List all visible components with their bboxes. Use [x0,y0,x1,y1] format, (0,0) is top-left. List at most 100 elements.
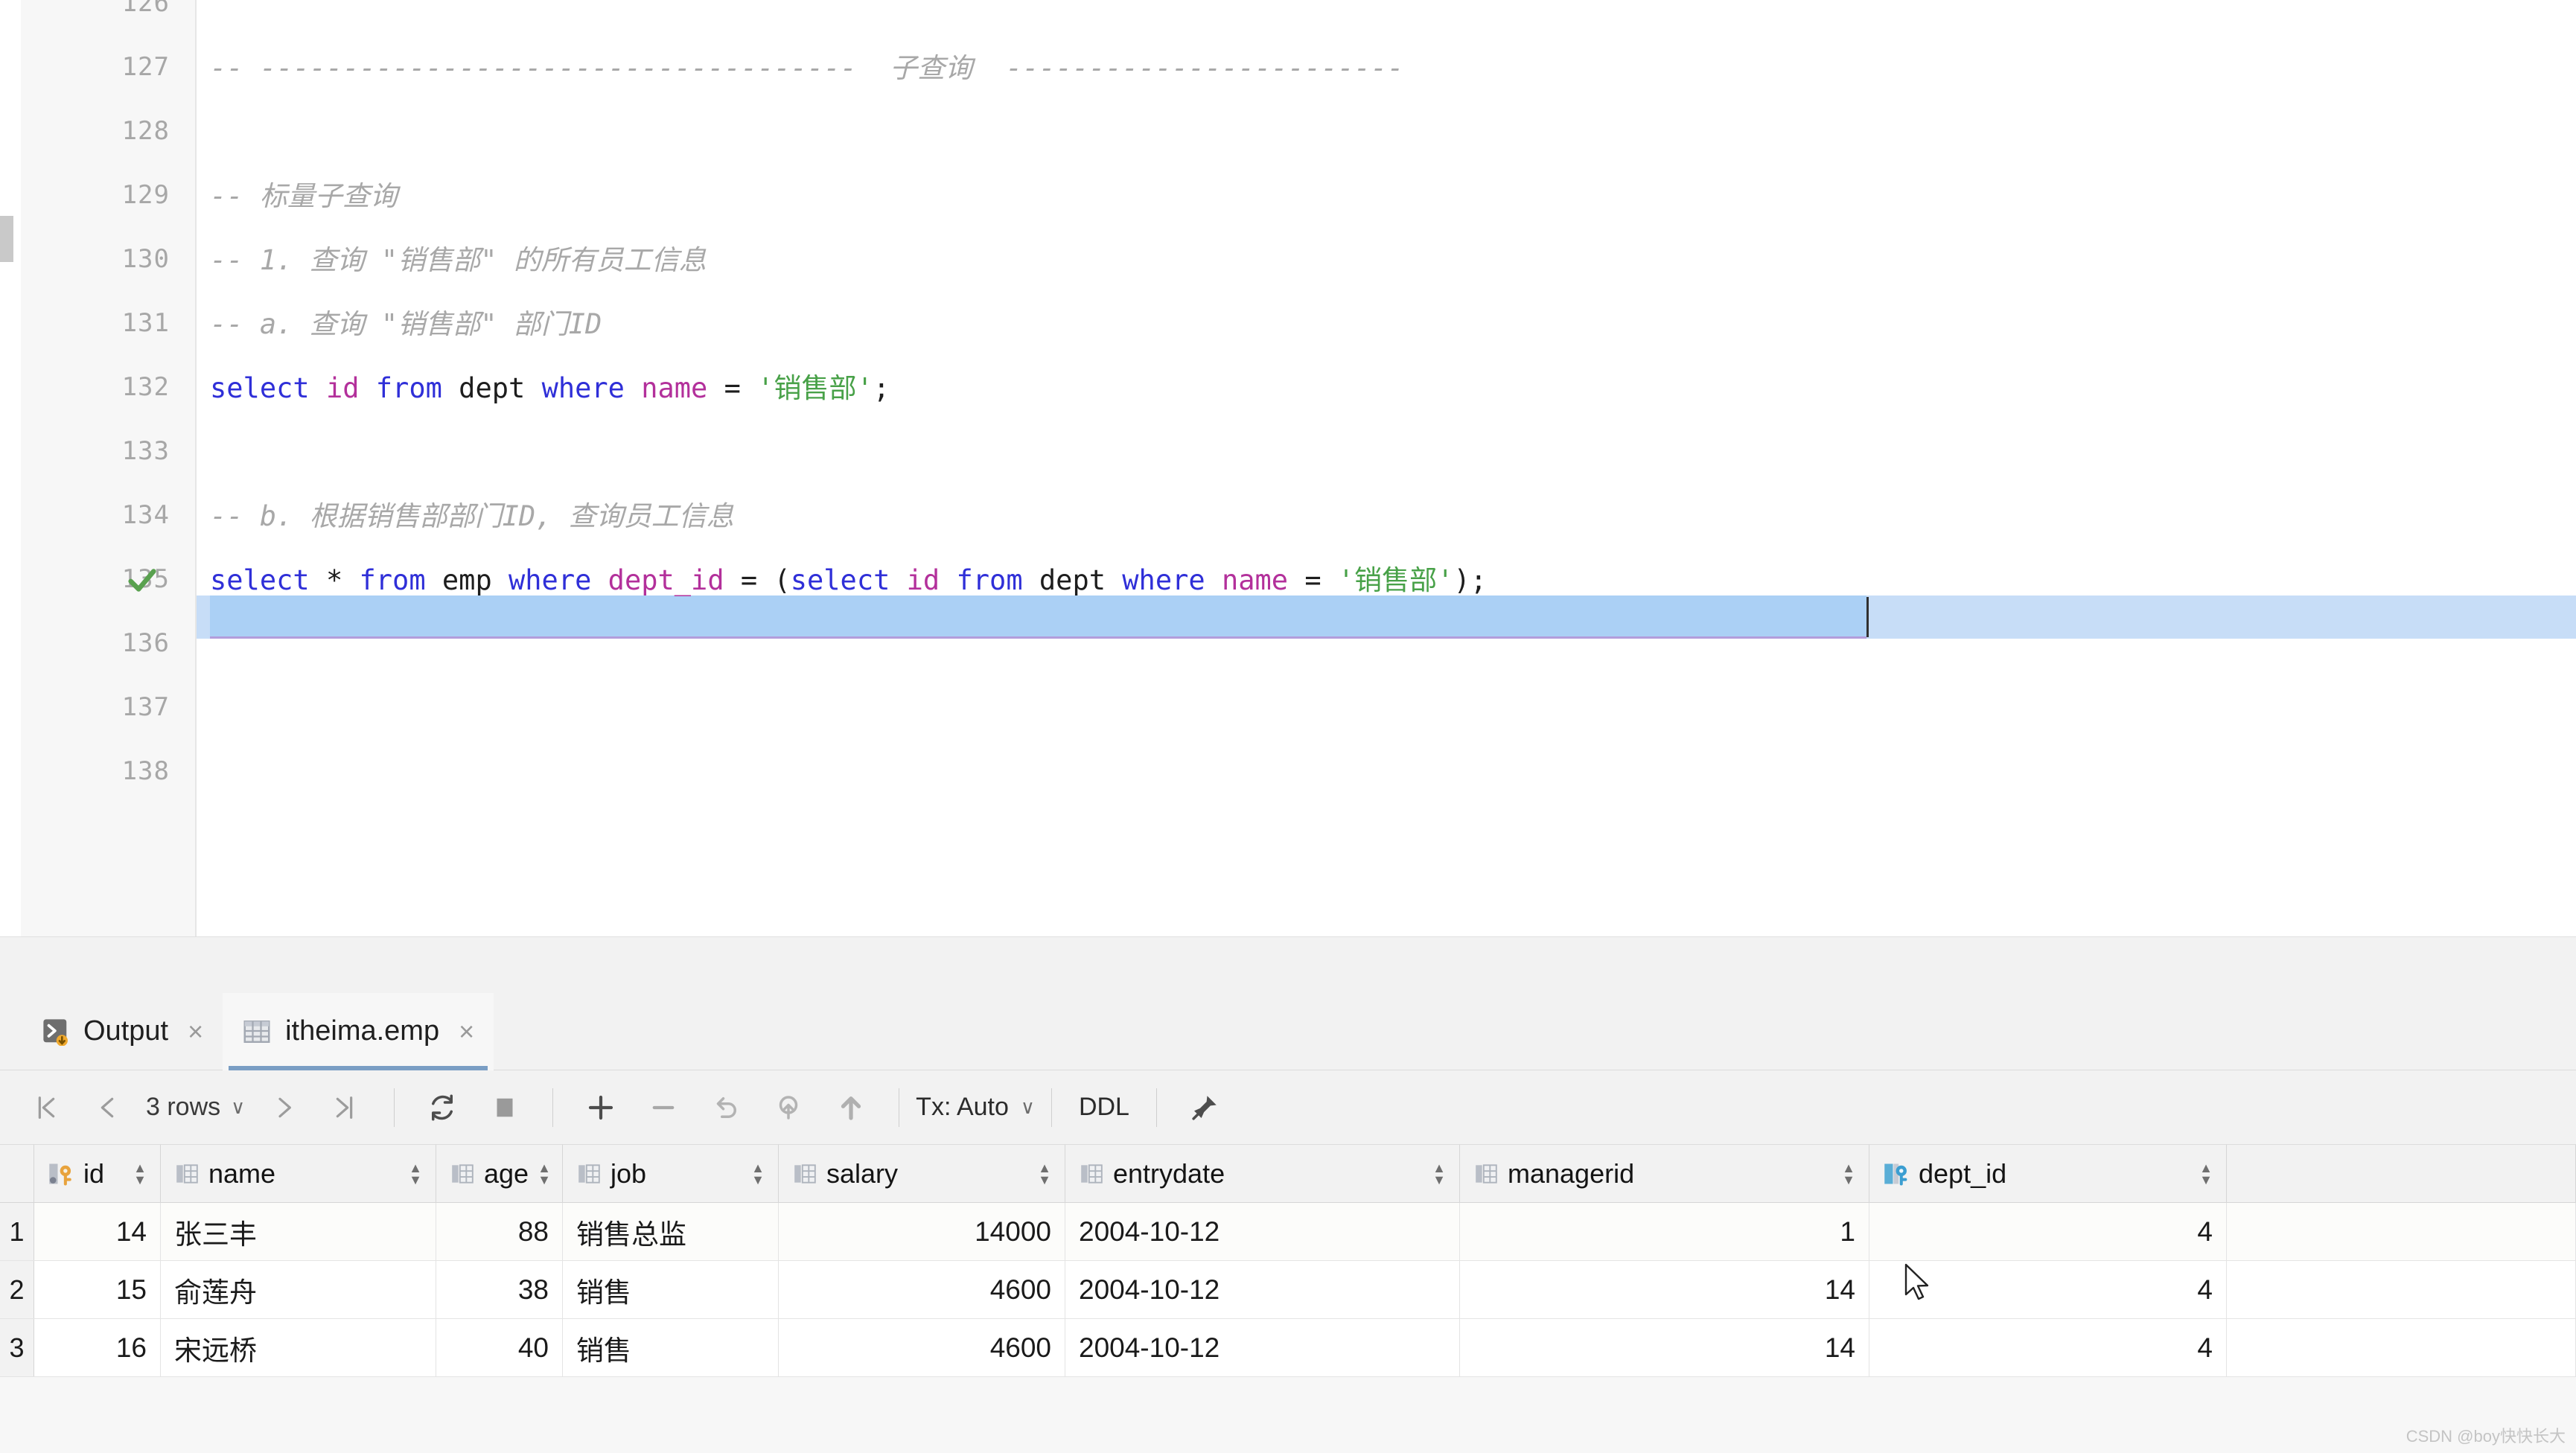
cell-managerid[interactable]: 1 [1460,1203,1869,1260]
column-header-label: dept_id [1919,1157,2007,1189]
cell-id[interactable]: 16 [34,1319,161,1376]
tab-itheima-emp-close-icon[interactable]: × [459,1016,474,1047]
sort-toggle-icon[interactable]: ▲ ▼ [1842,1161,1855,1187]
delete-row-button[interactable] [632,1070,695,1145]
column-header-age[interactable]: age ▲ ▼ [436,1145,563,1202]
row-number: 3 [0,1319,34,1376]
cell-entrydate[interactable]: 2004-10-12 [1065,1203,1460,1260]
column-header-managerid[interactable]: managerid ▲ ▼ [1460,1145,1869,1202]
transaction-mode-dropdown[interactable]: Tx: Auto ∨ [916,1093,1035,1122]
ddl-button[interactable]: DDL [1068,1093,1140,1122]
code-token: select [210,372,310,404]
column-header-dept_id[interactable]: dept_id ▲ ▼ [1869,1145,2227,1202]
table-row[interactable]: 3 16 宋远桥 40 销售 4600 2004-10-12 14 4 [0,1319,2576,1377]
next-page-button[interactable] [252,1070,315,1145]
first-page-button[interactable] [13,1070,76,1145]
cell-job[interactable]: 销售总监 [563,1203,779,1260]
code-line-132[interactable]: select id from dept where name = '销售部'; [197,372,2576,405]
code-token: where [541,372,625,404]
cell-name[interactable]: 张三丰 [161,1203,436,1260]
line-number-126: 126 [121,0,170,18]
sort-toggle-icon[interactable]: ▲ ▼ [1038,1161,1051,1187]
code-line-135[interactable]: select * from emp where dept_id = (selec… [197,564,2576,597]
code-token: id [325,372,360,404]
revert-selected-icon[interactable] [757,1070,820,1145]
column-header-label: entrydate [1113,1157,1225,1189]
code-line-130[interactable]: -- 1. 查询 "销售部" 的所有员工信息 [197,244,2576,277]
code-token: dept [1039,564,1106,596]
tab-output-label: Output [83,1015,169,1047]
cell-job[interactable]: 销售 [563,1261,779,1318]
sort-toggle-icon[interactable]: ▲ ▼ [2199,1161,2213,1187]
sort-toggle-icon[interactable]: ▲ ▼ [409,1161,422,1187]
code-line-127[interactable]: -- ------------------------------------ … [197,52,2576,85]
stop-icon[interactable] [474,1070,536,1145]
cell-age[interactable]: 40 [436,1319,563,1376]
cell-entrydate[interactable]: 2004-10-12 [1065,1319,1460,1376]
reload-icon[interactable] [411,1070,474,1145]
code-line-131[interactable]: -- a. 查询 "销售部" 部门ID [197,308,2576,341]
table-row[interactable]: 1 14 张三丰 88 销售总监 14000 2004-10-12 1 4 [0,1203,2576,1261]
code-token: -- 1. 查询 "销售部" 的所有员工信息 [210,244,707,276]
cell-managerid[interactable]: 14 [1460,1261,1869,1318]
chevron-down-icon: ∨ [231,1096,246,1118]
cell-name[interactable]: 俞莲舟 [161,1261,436,1318]
cell-id[interactable]: 14 [34,1203,161,1260]
tab-itheima-emp[interactable]: itheima.emp × [223,992,494,1070]
sql-editor[interactable]: 126 127 128 129 130 131 132 133 134 135 136 137 138 … [0,0,2576,936]
submit-icon[interactable] [820,1070,882,1145]
execution-success-check-icon[interactable] [125,563,159,597]
code-content-area[interactable]: -- ------------------------------------ … [197,0,2576,936]
header-spacer [2227,1145,2576,1202]
column-header-entrydate[interactable]: entrydate ▲ ▼ [1065,1145,1460,1202]
cell-dept_id[interactable]: 4 [1869,1319,2227,1376]
result-grid-body[interactable]: 1 14 张三丰 88 销售总监 14000 2004-10-12 1 4 2 15 俞莲舟 38 销售 4… [0,1203,2576,1377]
code-line-134[interactable]: -- b. 根据销售部部门ID, 查询员工信息 [197,500,2576,533]
panel-splitter[interactable] [0,936,2576,993]
tab-output-close-icon[interactable]: × [188,1016,203,1047]
column-header-label: managerid [1508,1157,1635,1189]
cell-name[interactable]: 宋远桥 [161,1319,436,1376]
sort-toggle-icon[interactable]: ▲ ▼ [538,1161,551,1187]
table-row[interactable]: 2 15 俞莲舟 38 销售 4600 2004-10-12 14 4 [0,1261,2576,1319]
cell-salary[interactable]: 4600 [779,1319,1065,1376]
bottom-tool-window: Output × itheima.emp × 3 rows ∨ Tx: Auto… [0,992,2576,1453]
cell-salary[interactable]: 4600 [779,1261,1065,1318]
sort-toggle-icon[interactable]: ▲ ▼ [751,1161,765,1187]
column-header-salary[interactable]: salary ▲ ▼ [779,1145,1065,1202]
scroll-thumb[interactable] [0,216,13,262]
chevron-down-icon: ∨ [1020,1096,1035,1118]
line-number-gutter[interactable]: 126 127 128 129 130 131 132 133 134 135 136 137 138 [21,0,197,936]
sort-toggle-icon[interactable]: ▲ ▼ [133,1161,147,1187]
prev-page-button[interactable] [76,1070,138,1145]
cell-age[interactable]: 88 [436,1203,563,1260]
result-grid[interactable]: id ▲ ▼ name ▲ ▼ age ▲ ▼ job ▲ ▼ salary ▲ ▼ entrydate ▲ ▼ m… [0,1145,2576,1377]
column-header-name[interactable]: name ▲ ▼ [161,1145,436,1202]
cell-salary[interactable]: 14000 [779,1203,1065,1260]
cell-entrydate[interactable]: 2004-10-12 [1065,1261,1460,1318]
last-page-button[interactable] [315,1070,377,1145]
cell-dept_id[interactable]: 4 [1869,1203,2227,1260]
code-line-129[interactable]: -- 标量子查询 [197,180,2576,213]
pin-icon[interactable] [1173,1070,1236,1145]
tab-output[interactable]: Output × [22,993,223,1070]
column-header-id[interactable]: id ▲ ▼ [34,1145,161,1202]
add-row-button[interactable] [570,1070,632,1145]
cell-job[interactable]: 销售 [563,1319,779,1376]
cell-managerid[interactable]: 14 [1460,1319,1869,1376]
cell-id[interactable]: 15 [34,1261,161,1318]
column-header-job[interactable]: job ▲ ▼ [563,1145,779,1202]
column-icon [1473,1161,1499,1187]
cell-age[interactable]: 38 [436,1261,563,1318]
rows-count-dropdown[interactable]: 3 rows ∨ [138,1093,252,1122]
code-token: = [1288,564,1338,596]
sort-toggle-icon[interactable]: ▲ ▼ [1432,1161,1446,1187]
toolbar-divider [1051,1088,1052,1127]
revert-icon[interactable] [695,1070,757,1145]
